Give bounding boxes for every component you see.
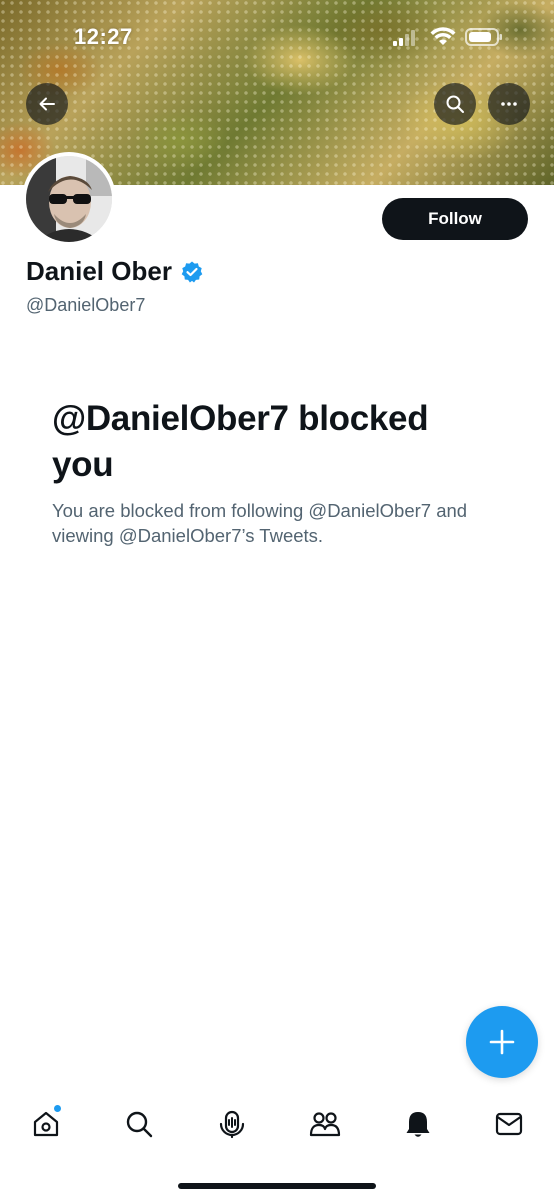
home-icon — [33, 1111, 59, 1137]
status-bar: 12:27 — [0, 0, 554, 70]
blocked-description: You are blocked from following @DanielOb… — [52, 500, 468, 546]
blocked-title: @DanielOber7 blocked you — [52, 399, 429, 484]
more-button[interactable] — [488, 83, 530, 125]
nav-search[interactable] — [119, 1104, 159, 1144]
bottom-navigation — [0, 1090, 554, 1160]
search-icon — [446, 95, 464, 113]
display-name-text: Daniel Ober — [26, 256, 172, 286]
more-horizontal-icon — [501, 102, 517, 106]
display-name: Daniel Ober — [26, 256, 204, 287]
follow-button[interactable]: Follow — [382, 198, 528, 240]
handle: @DanielOber7 — [26, 295, 146, 315]
nav-spaces[interactable] — [212, 1104, 252, 1144]
messages-icon — [495, 1112, 523, 1136]
home-notification-dot — [54, 1105, 61, 1112]
nav-communities[interactable] — [305, 1104, 345, 1144]
spaces-icon — [219, 1110, 245, 1139]
cellular-signal-icon — [393, 30, 415, 46]
home-indicator[interactable] — [178, 1183, 376, 1189]
nav-messages[interactable] — [489, 1104, 529, 1144]
plus-icon — [489, 1029, 515, 1055]
avatar-image — [26, 156, 112, 242]
back-button[interactable] — [26, 83, 68, 125]
avatar[interactable] — [22, 152, 116, 246]
compose-button[interactable] — [466, 1006, 538, 1078]
nav-notifications[interactable] — [398, 1104, 438, 1144]
search-button[interactable] — [434, 83, 476, 125]
arrow-left-icon — [39, 97, 55, 111]
wifi-icon — [430, 27, 456, 45]
status-time: 12:27 — [74, 24, 133, 49]
verified-badge-icon[interactable] — [180, 260, 204, 284]
notifications-icon — [406, 1112, 430, 1137]
battery-icon — [465, 28, 502, 46]
search-icon — [126, 1111, 153, 1138]
communities-icon — [309, 1112, 341, 1137]
